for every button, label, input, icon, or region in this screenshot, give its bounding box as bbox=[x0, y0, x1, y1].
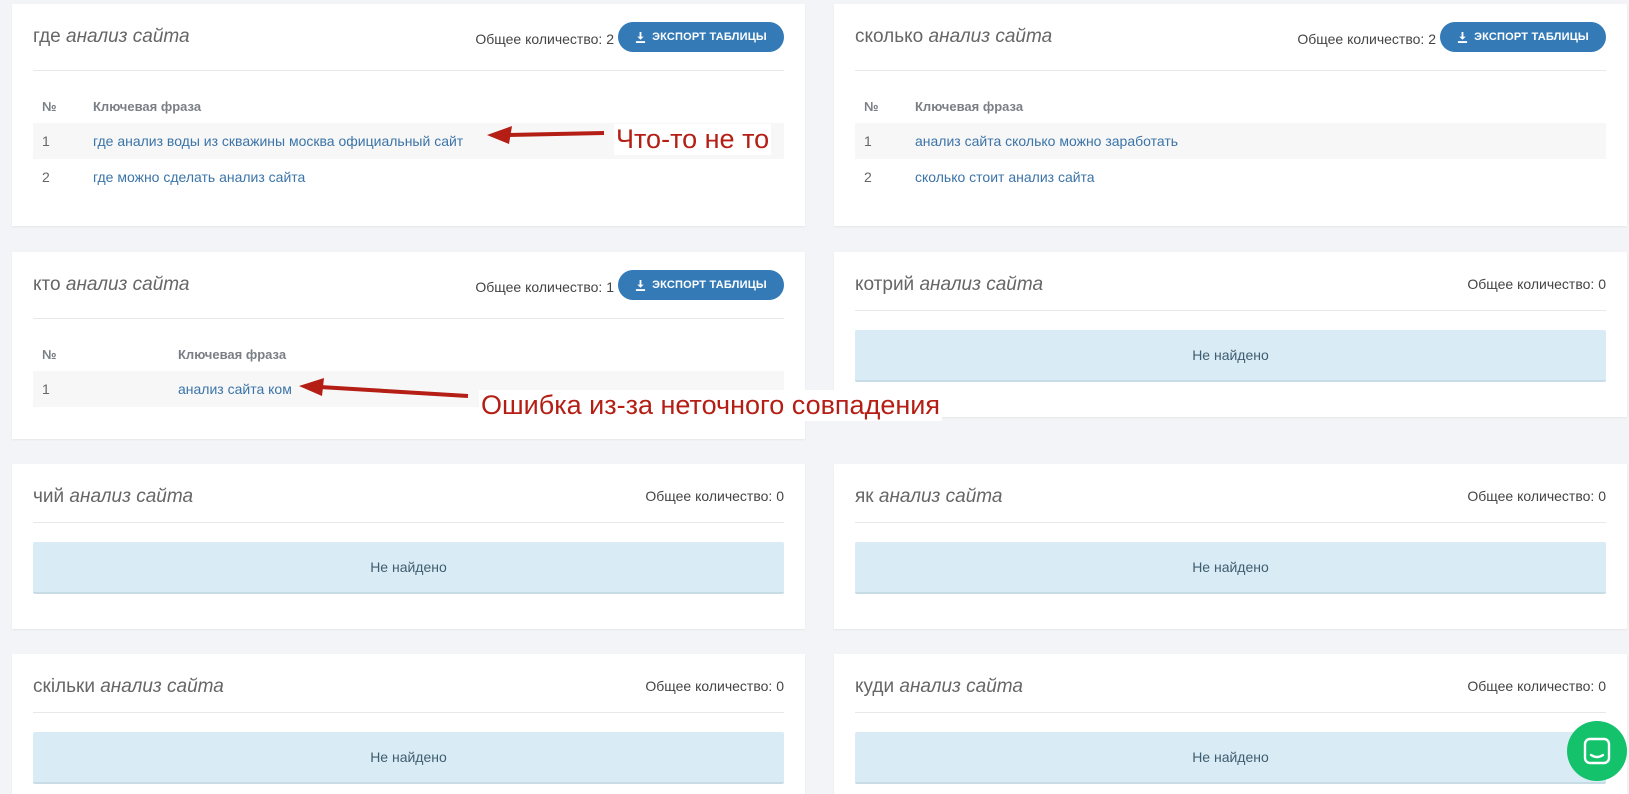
chat-icon bbox=[1583, 737, 1611, 765]
keyword-link[interactable]: где можно сделать анализ сайта bbox=[93, 169, 305, 185]
download-icon bbox=[1458, 31, 1468, 43]
table-row: 2 где можно сделать анализ сайта bbox=[42, 169, 306, 185]
column-header-num: № bbox=[42, 346, 57, 362]
panel-chiy: чий анализ сайта Общее количество: 0 Не … bbox=[12, 464, 805, 629]
not-found-alert: Не найдено bbox=[855, 732, 1606, 784]
panel-skilki: скільки анализ сайта Общее количество: 0… bbox=[12, 654, 805, 794]
keyword-table: № Ключевая фраза 1 анализ сайта сколько мо… bbox=[855, 89, 1606, 195]
keyword-link[interactable]: анализ сайта ком bbox=[178, 381, 292, 397]
export-table-button[interactable]: ЭКСПОРТ ТАБЛИЦЫ bbox=[618, 270, 784, 300]
panel-kotriy: котрий анализ сайта Общее количество: 0 … bbox=[834, 252, 1627, 417]
download-icon bbox=[636, 31, 646, 43]
not-found-alert: Не найдено bbox=[33, 732, 784, 784]
export-table-button[interactable]: ЭКСПОРТ ТАБЛИЦЫ bbox=[618, 22, 784, 52]
panel-header: чий анализ сайта Общее количество: 0 bbox=[33, 464, 784, 523]
panel-title: котрий анализ сайта bbox=[855, 274, 1044, 295]
panel-header: где анализ сайта Общее количество: 2 ЭКС… bbox=[33, 4, 784, 71]
panel-title: як анализ сайта bbox=[855, 486, 1003, 507]
chat-button[interactable] bbox=[1567, 721, 1627, 781]
total-count: Общее количество: 2 bbox=[475, 31, 614, 47]
panel-title: сколько анализ сайта bbox=[855, 26, 1053, 47]
table-row: 1 анализ сайта сколько можно заработать bbox=[855, 123, 1606, 159]
keyword-link[interactable]: анализ сайта сколько можно заработать bbox=[915, 133, 1178, 149]
column-header-phrase: Ключевая фраза bbox=[178, 346, 287, 362]
table-row: 2 сколько стоит анализ сайта bbox=[864, 169, 1095, 185]
download-icon bbox=[636, 279, 646, 291]
panel-title: чий анализ сайта bbox=[33, 486, 194, 507]
total-count: Общее количество: 1 bbox=[475, 279, 614, 295]
not-found-alert: Не найдено bbox=[855, 542, 1606, 594]
panel-header: котрий анализ сайта Общее количество: 0 bbox=[855, 252, 1606, 311]
panel-header: куди анализ сайта Общее количество: 0 bbox=[855, 654, 1606, 713]
total-count: Общее количество: 0 bbox=[1467, 488, 1606, 504]
total-count: Общее количество: 0 bbox=[1467, 276, 1606, 292]
panel-header: сколько анализ сайта Общее количество: 2… bbox=[855, 4, 1606, 71]
column-header-num: № bbox=[864, 98, 879, 114]
panel-title: скільки анализ сайта bbox=[33, 676, 224, 697]
panel-title: кто анализ сайта bbox=[33, 274, 190, 295]
panel-header: кто анализ сайта Общее количество: 1 ЭКС… bbox=[33, 252, 784, 319]
not-found-alert: Не найдено bbox=[33, 542, 784, 594]
panel-header: як анализ сайта Общее количество: 0 bbox=[855, 464, 1606, 523]
annotation-wrong: Что-то не то bbox=[614, 124, 772, 155]
panel-title: куди анализ сайта bbox=[855, 676, 1023, 697]
column-header-phrase: Ключевая фраза bbox=[93, 98, 202, 114]
keyword-link[interactable]: сколько стоит анализ сайта bbox=[915, 169, 1095, 185]
annotation-mismatch: Ошибка из-за неточного совпадения bbox=[479, 390, 942, 421]
total-count: Общее количество: 2 bbox=[1297, 31, 1436, 47]
not-found-alert: Не найдено bbox=[855, 330, 1606, 382]
panel-title: где анализ сайта bbox=[33, 26, 190, 47]
total-count: Общее количество: 0 bbox=[645, 488, 784, 504]
export-table-button[interactable]: ЭКСПОРТ ТАБЛИЦЫ bbox=[1440, 22, 1606, 52]
keyword-link[interactable]: где анализ воды из скважины москва офици… bbox=[93, 133, 463, 149]
panel-kudy: куди анализ сайта Общее количество: 0 Не… bbox=[834, 654, 1627, 794]
panel-header: скільки анализ сайта Общее количество: 0 bbox=[33, 654, 784, 713]
total-count: Общее количество: 0 bbox=[645, 678, 784, 694]
panel-skolko: сколько анализ сайта Общее количество: 2… bbox=[834, 4, 1627, 226]
column-header-phrase: Ключевая фраза bbox=[915, 98, 1024, 114]
panel-yak: як анализ сайта Общее количество: 0 Не н… bbox=[834, 464, 1627, 629]
total-count: Общее количество: 0 bbox=[1467, 678, 1606, 694]
column-header-num: № bbox=[42, 98, 57, 114]
panel-gde: где анализ сайта Общее количество: 2 ЭКС… bbox=[12, 4, 805, 226]
